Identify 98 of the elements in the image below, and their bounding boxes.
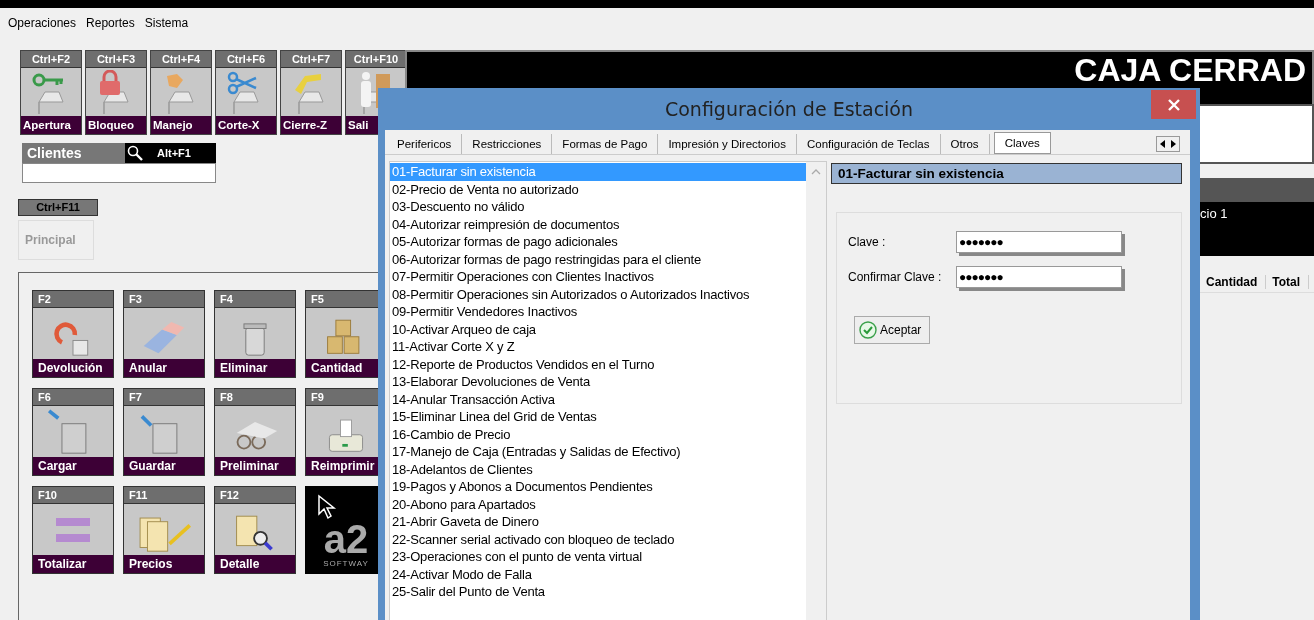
selected-item-heading: 01-Facturar sin existencia <box>831 163 1182 184</box>
scroll-right-button[interactable] <box>1168 137 1179 151</box>
list-item[interactable]: 25-Salir del Punto de Venta <box>390 583 806 601</box>
column-header: Total <box>1266 275 1310 289</box>
button-label: Manejo <box>151 116 211 134</box>
list-item[interactable]: 16-Cambio de Precio <box>390 425 806 443</box>
shortcut-label: F8 <box>215 389 295 406</box>
close-button[interactable] <box>1151 90 1196 119</box>
function-key-button[interactable]: F4 Eliminar <box>214 290 296 378</box>
shortcut-label: Ctrl+F7 <box>281 51 341 68</box>
shortcut-label: Ctrl+F3 <box>86 51 146 68</box>
button-label: Apertura <box>21 116 81 134</box>
list-item[interactable]: 17-Manejo de Caja (Entradas y Salidas de Efectivo) <box>390 443 806 461</box>
shortcut-label: Alt+F1 <box>157 147 191 159</box>
list-item[interactable]: 20-Abono para Apartados <box>390 495 806 513</box>
button-label: Cargar <box>33 457 113 475</box>
button-label: Devolución <box>33 359 113 377</box>
shortcut-label: Ctrl+F4 <box>151 51 211 68</box>
button-label: Guardar <box>124 457 204 475</box>
toolbar-button[interactable]: Ctrl+F2 Apertura <box>20 50 82 135</box>
function-key-button[interactable]: F11 Precios <box>123 486 205 574</box>
shortcut-label: F10 <box>33 487 113 504</box>
list-item[interactable]: 18-Adelantos de Clientes <box>390 460 806 478</box>
button-label: Detalle <box>215 555 295 573</box>
cursor-icon <box>317 494 337 520</box>
list-item[interactable]: 04-Autorizar reimpresión de documentos <box>390 215 806 233</box>
scroll-up-icon <box>811 169 821 175</box>
shortcut-label: F4 <box>215 291 295 308</box>
password-field[interactable]: ●●●●●●● <box>956 266 1122 288</box>
shortcut-label: Ctrl+F6 <box>216 51 276 68</box>
button-label: Anular <box>124 359 204 377</box>
list-item[interactable]: 05-Autorizar formas de pago adicionales <box>390 233 806 251</box>
toolbar-button[interactable]: Ctrl+F6 Corte-X <box>215 50 277 135</box>
function-key-button[interactable]: F12 Detalle <box>214 486 296 574</box>
shortcut-label: Ctrl+F10 <box>346 51 406 68</box>
list-item[interactable]: 09-Permitir Vendedores Inactivos <box>390 303 806 321</box>
list-item[interactable]: 07-Permitir Operaciones con Clientes Inactivos <box>390 268 806 286</box>
list-item[interactable]: 08-Permitir Operaciones sin Autorizados o Autorizados Inactivos <box>390 285 806 303</box>
clients-label: Clientes <box>22 143 125 163</box>
toolbar-button[interactable]: Ctrl+F4 Manejo <box>150 50 212 135</box>
function-key-button[interactable]: F10 Totalizar <box>32 486 114 574</box>
left-arrow-icon <box>1160 140 1165 148</box>
button-label: Totalizar <box>33 555 113 573</box>
button-label: Bloqueo <box>86 116 146 134</box>
menu-item[interactable]: Sistema <box>144 16 189 38</box>
right-arrow-icon <box>1171 140 1176 148</box>
function-key-button[interactable]: F8 Preliminar <box>214 388 296 476</box>
password-field[interactable]: ●●●●●●● <box>956 231 1122 253</box>
shortcut-label: F11 <box>124 487 204 504</box>
status-title: CAJA CERRAD <box>1074 54 1306 86</box>
list-item[interactable]: 12-Reporte de Productos Vendidos en el Turno <box>390 355 806 373</box>
scroll-left-button[interactable] <box>1157 137 1168 151</box>
button-label: Preliminar <box>215 457 295 475</box>
menu-item[interactable]: Reportes <box>86 16 135 38</box>
field-label: Clave : <box>848 235 887 249</box>
list-item[interactable]: 02-Precio de Venta no autorizado <box>390 180 806 198</box>
list-item[interactable]: 03-Descuento no válido <box>390 198 806 216</box>
list-item[interactable]: 23-Operaciones con el punto de venta virtual <box>390 548 806 566</box>
dialog-title: Configuración de Estación <box>664 98 914 120</box>
toolbar-button[interactable]: Ctrl+F7 Cierre-Z <box>280 50 342 135</box>
accept-button[interactable]: Aceptar <box>854 316 931 344</box>
equals-icon <box>54 515 92 544</box>
shortcut-label: Ctrl+F11 <box>18 199 98 216</box>
list-item[interactable]: 24-Activar Modo de Falla <box>390 565 806 583</box>
shortcut-label: Ctrl+F2 <box>21 51 81 68</box>
tab[interactable]: Claves <box>993 132 1051 154</box>
shortcut-label: F7 <box>124 389 204 406</box>
function-key-button[interactable]: F7 Guardar <box>123 388 205 476</box>
shortcut-label: F6 <box>33 389 113 406</box>
list-item[interactable]: 15-Eliminar Linea del Grid de Ventas <box>390 408 806 426</box>
info-text: cio 1 <box>1200 206 1228 221</box>
close-icon <box>1167 98 1180 111</box>
button-label: Corte-X <box>216 116 276 134</box>
logo-subtitle: SOFTWAY <box>323 559 369 568</box>
button-label: Cierre-Z <box>281 116 341 134</box>
menu-item[interactable]: Operaciones <box>8 16 77 38</box>
list-item[interactable]: 22-Scanner serial activado con bloqueo de teclado <box>390 530 806 548</box>
list-item[interactable]: 14-Anular Transacción Activa <box>390 390 806 408</box>
shortcut-label: F12 <box>215 487 295 504</box>
button-label: Eliminar <box>215 359 295 377</box>
button-label: Precios <box>124 555 204 573</box>
function-key-button[interactable]: F3 Anular <box>123 290 205 378</box>
list-item[interactable]: 13-Elaborar Devoluciones de Venta <box>390 373 806 391</box>
function-key-button[interactable]: F2 Devolución <box>32 290 114 378</box>
shortcut-label: F2 <box>33 291 113 308</box>
list-item[interactable]: 21-Abrir Gaveta de Dinero <box>390 513 806 531</box>
list-item[interactable]: 06-Autorizar formas de pago restringidas para el cliente <box>390 250 806 268</box>
shortcut-label: F3 <box>124 291 204 308</box>
list-item[interactable]: 19-Pagos y Abonos a Documentos Pendientes <box>390 478 806 496</box>
toolbar-button[interactable]: Ctrl+F3 Bloqueo <box>85 50 147 135</box>
search-icon <box>127 145 143 161</box>
list-item[interactable]: 11-Activar Corte X y Z <box>390 338 806 356</box>
field-label: Confirmar Clave : <box>848 270 943 284</box>
clients-input-field[interactable] <box>22 163 216 183</box>
checkmark-icon <box>859 321 877 339</box>
function-key-button[interactable]: F6 Cargar <box>32 388 114 476</box>
list-item[interactable]: 10-Activar Arqueo de caja <box>390 320 806 338</box>
logo-text: a2 <box>323 519 369 559</box>
